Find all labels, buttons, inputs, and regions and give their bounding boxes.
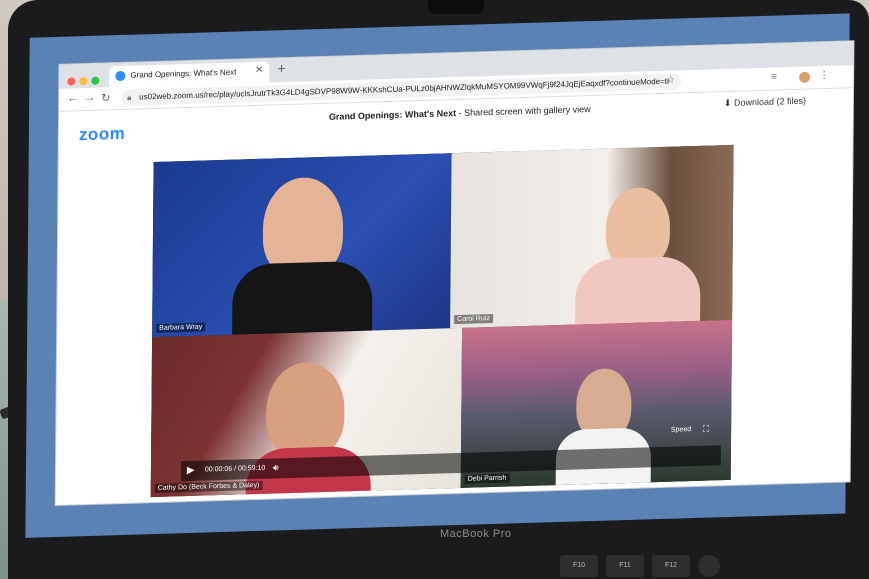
close-tab-icon[interactable]: ✕ <box>255 65 263 76</box>
bookmark-star-icon[interactable]: ☆ <box>666 75 675 86</box>
download-label: Download (2 files) <box>733 95 807 108</box>
close-window-button[interactable] <box>67 77 76 86</box>
reload-icon[interactable]: ↻ <box>101 91 110 104</box>
participant-face <box>265 361 345 459</box>
participant-body <box>231 260 373 338</box>
browser-window: Grand Openings: What's Next ✕ + ← → ↻ 🔒︎… <box>55 41 854 505</box>
lock-icon: 🔒︎ <box>127 92 132 102</box>
video-player[interactable]: Barbara Wray Carol Ruiz Cathy Do (Beck F… <box>150 144 734 498</box>
device-brand-label: MacBook Pro <box>440 528 512 540</box>
participant-body <box>575 255 701 329</box>
zoom-logo: zoom <box>78 123 126 145</box>
volume-icon[interactable]: 🔊︎ <box>273 462 279 473</box>
recording-title-main: Grand Openings: What's Next <box>328 108 457 122</box>
playback-time: 00:00:06 / 00:59:10 <box>204 464 266 474</box>
back-icon[interactable]: ← <box>67 92 78 104</box>
minimize-window-button[interactable] <box>79 77 88 86</box>
recording-title-suffix: - Shared screen with gallery view <box>456 104 591 119</box>
zoom-favicon-icon <box>115 70 126 82</box>
menu-kebab-icon[interactable]: ⋮ <box>819 70 829 81</box>
keyboard-key: F10 <box>560 555 598 577</box>
forward-icon[interactable]: → <box>84 92 95 104</box>
recording-title: Grand Openings: What's Next - Shared scr… <box>329 104 591 122</box>
participant-name: Barbara Wray <box>156 322 206 333</box>
laptop-screen: Grand Openings: What's Next ✕ + ← → ↻ 🔒︎… <box>15 0 861 538</box>
keyboard-function-row: F10 F11 F12 <box>560 555 860 579</box>
fullscreen-icon[interactable]: ⛶ <box>703 424 709 435</box>
download-icon: ⬇ <box>723 97 732 109</box>
profile-avatar[interactable] <box>799 71 811 83</box>
speed-button[interactable]: Speed <box>671 426 691 434</box>
maximize-window-button[interactable] <box>91 76 100 85</box>
extension-icon[interactable]: ≡ <box>771 72 777 83</box>
participant-tile: Barbara Wray <box>152 153 452 338</box>
tab-title: Grand Openings: What's Next <box>130 67 237 80</box>
download-link[interactable]: ⬇ Download (2 files) <box>724 96 806 109</box>
power-key <box>698 555 720 577</box>
participant-name: Debi Parrish <box>464 473 510 484</box>
participant-tile: Carol Ruiz <box>450 144 734 329</box>
play-icon[interactable]: ▶ <box>187 465 195 476</box>
keyboard-key: F11 <box>606 555 644 577</box>
keyboard-key: F12 <box>652 555 690 577</box>
new-tab-button[interactable]: + <box>277 60 285 76</box>
participant-name: Carol Ruiz <box>454 313 493 325</box>
